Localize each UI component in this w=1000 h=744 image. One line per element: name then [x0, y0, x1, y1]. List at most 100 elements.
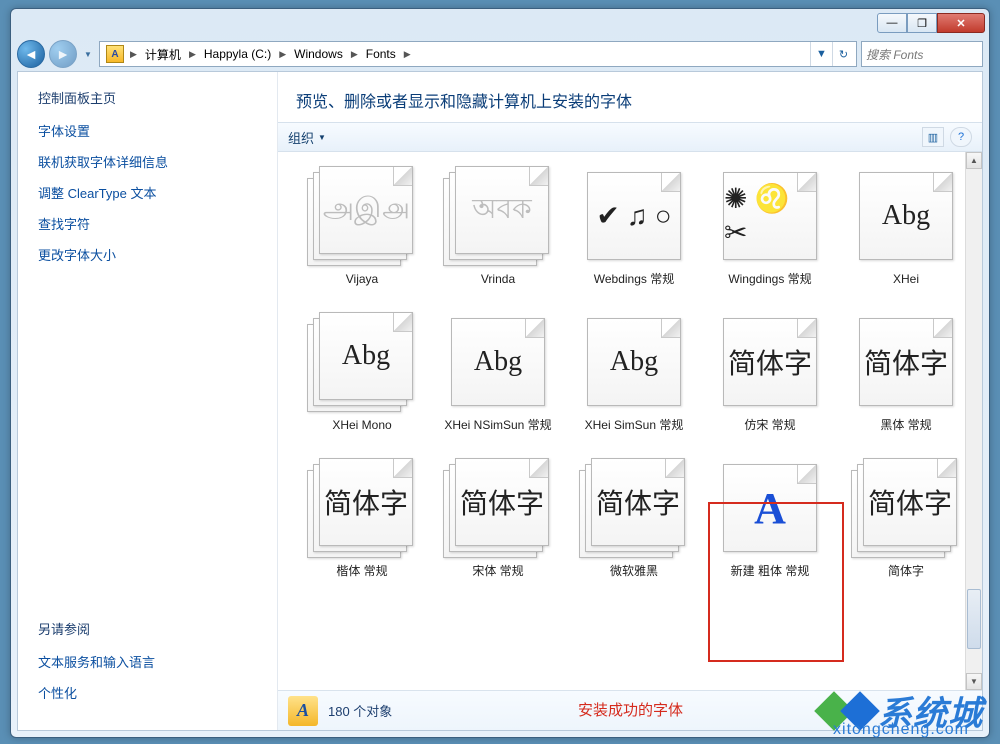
- font-sample-glyph: 简体字: [320, 459, 412, 545]
- font-thumbnail: அஇ௮: [307, 166, 417, 266]
- crumb-arrow-icon[interactable]: ▶: [187, 42, 198, 66]
- font-thumbnail: Abg: [579, 312, 689, 412]
- breadcrumb[interactable]: Fonts: [360, 42, 402, 66]
- sidebar-link-font-settings[interactable]: 字体设置: [38, 121, 257, 140]
- font-thumbnail: 简体字: [307, 458, 417, 558]
- font-item[interactable]: ✔ ♫ ○ Webdings 常规: [570, 162, 698, 302]
- font-sample-glyph: 简体字: [724, 319, 816, 405]
- scroll-track[interactable]: [966, 169, 982, 673]
- main-panel: 预览、删除或者显示和隐藏计算机上安装的字体 组织 ▼ ▥ ? அஇ௮Vijaya…: [278, 72, 982, 730]
- sidebar: 控制面板主页 字体设置 联机获取字体详细信息 调整 ClearType 文本 查…: [18, 72, 278, 730]
- fonts-folder-icon: A: [288, 696, 318, 726]
- font-sample-glyph: 简体字: [592, 459, 684, 545]
- breadcrumb[interactable]: Windows: [288, 42, 349, 66]
- font-thumbnail: Abg: [443, 312, 553, 412]
- font-sample-glyph: 简体字: [864, 459, 956, 545]
- font-label: Vrinda: [479, 272, 517, 302]
- font-sample-glyph: ✔ ♫ ○: [588, 173, 680, 259]
- font-item[interactable]: 简体字楷体 常规: [298, 454, 426, 594]
- crumb-arrow-icon[interactable]: ▶: [277, 42, 288, 66]
- refresh-button[interactable]: ↻: [832, 42, 854, 66]
- address-dropdown[interactable]: ▼: [810, 42, 832, 66]
- font-grid: அஇ௮Vijaya অবক Vrinda ✔ ♫ ○ Webdings 常规 ✺ ♌ ✂ W…: [278, 152, 982, 604]
- organize-button[interactable]: 组织 ▼: [288, 128, 326, 147]
- forward-button[interactable]: ►: [49, 40, 77, 68]
- breadcrumb[interactable]: 计算机: [139, 42, 187, 66]
- organize-label: 组织: [288, 128, 314, 147]
- font-label: 楷体 常规: [334, 564, 389, 594]
- font-sample-glyph: Abg: [860, 173, 952, 259]
- breadcrumb[interactable]: Happyla (C:): [198, 42, 277, 66]
- close-button[interactable]: ✕: [937, 13, 985, 33]
- view-options-button[interactable]: ▥: [922, 127, 944, 147]
- sidebar-link-font-size[interactable]: 更改字体大小: [38, 245, 257, 264]
- font-label: XHei NSimSun 常规: [442, 418, 553, 448]
- font-item[interactable]: A 新建 粗体 常规: [706, 454, 834, 594]
- nav-toolbar: ◄ ► ▼ A ▶ 计算机 ▶ Happyla (C:) ▶ Windows ▶…: [11, 37, 989, 71]
- font-thumbnail: A: [715, 458, 825, 558]
- font-label: Wingdings 常规: [726, 272, 813, 302]
- search-input[interactable]: 搜索 Fonts: [861, 41, 983, 67]
- font-thumbnail: অবক: [443, 166, 553, 266]
- scroll-down-button[interactable]: ▼: [966, 673, 982, 690]
- font-item[interactable]: 简体字宋体 常规: [434, 454, 562, 594]
- font-sample-glyph: A: [724, 465, 816, 551]
- crumb-arrow-icon[interactable]: ▶: [349, 42, 360, 66]
- scroll-thumb[interactable]: [967, 589, 981, 649]
- scroll-up-button[interactable]: ▲: [966, 152, 982, 169]
- font-item[interactable]: Abg XHei SimSun 常规: [570, 308, 698, 448]
- sidebar-link-cleartype[interactable]: 调整 ClearType 文本: [38, 183, 257, 202]
- maximize-button[interactable]: ❐: [907, 13, 937, 33]
- font-item[interactable]: Abg XHei NSimSun 常规: [434, 308, 562, 448]
- sidebar-link-find-char[interactable]: 查找字符: [38, 214, 257, 233]
- font-label: 微软雅黑: [608, 564, 660, 594]
- help-button[interactable]: ?: [950, 127, 972, 147]
- explorer-window: — ❐ ✕ ◄ ► ▼ A ▶ 计算机 ▶ Happyla (C:) ▶ Win…: [10, 8, 990, 738]
- address-bar[interactable]: A ▶ 计算机 ▶ Happyla (C:) ▶ Windows ▶ Fonts…: [99, 41, 857, 67]
- font-thumbnail: Abg: [307, 312, 417, 412]
- window-body: 控制面板主页 字体设置 联机获取字体详细信息 调整 ClearType 文本 查…: [17, 71, 983, 731]
- sidebar-heading: 控制面板主页: [38, 88, 257, 107]
- fonts-folder-icon: A: [106, 45, 124, 63]
- font-sample-glyph: Abg: [320, 313, 412, 399]
- font-label: 黑体 常规: [878, 418, 933, 448]
- font-item[interactable]: 简体字微软雅黑: [570, 454, 698, 594]
- back-button[interactable]: ◄: [17, 40, 45, 68]
- sidebar-link-online-fonts[interactable]: 联机获取字体详细信息: [38, 152, 257, 171]
- command-toolbar: 组织 ▼ ▥ ?: [278, 122, 982, 152]
- status-count: 180 个对象: [328, 701, 392, 720]
- font-item[interactable]: Abg XHei Mono: [298, 308, 426, 448]
- font-label: Webdings 常规: [592, 272, 676, 302]
- minimize-button[interactable]: —: [877, 13, 907, 33]
- font-thumbnail: 简体字: [715, 312, 825, 412]
- font-sample-glyph: অবক: [456, 167, 548, 253]
- search-placeholder: 搜索 Fonts: [866, 46, 923, 63]
- sidebar-link-text-services[interactable]: 文本服务和输入语言: [38, 652, 257, 671]
- font-sample-glyph: அஇ௮: [320, 167, 412, 253]
- font-item[interactable]: 简体字简体字: [842, 454, 970, 594]
- font-label: 新建 粗体 常规: [729, 564, 812, 594]
- font-thumbnail: ✺ ♌ ✂: [715, 166, 825, 266]
- font-item[interactable]: அஇ௮Vijaya: [298, 162, 426, 302]
- font-label: XHei SimSun 常规: [583, 418, 686, 448]
- sidebar-link-personalize[interactable]: 个性化: [38, 683, 257, 702]
- annotation-red-text: 安装成功的字体: [578, 699, 683, 720]
- font-thumbnail: 简体字: [443, 458, 553, 558]
- sidebar-see-also-heading: 另请参阅: [38, 619, 257, 638]
- crumb-arrow-icon[interactable]: ▶: [402, 42, 413, 66]
- font-thumbnail: ✔ ♫ ○: [579, 166, 689, 266]
- font-item[interactable]: অবক Vrinda: [434, 162, 562, 302]
- vertical-scrollbar[interactable]: ▲ ▼: [965, 152, 982, 690]
- font-label: 仿宋 常规: [742, 418, 797, 448]
- font-thumbnail: 简体字: [851, 458, 961, 558]
- font-label: XHei Mono: [330, 418, 393, 448]
- font-item[interactable]: AbgXHei: [842, 162, 970, 302]
- history-dropdown[interactable]: ▼: [81, 43, 95, 65]
- font-sample-glyph: ✺ ♌ ✂: [724, 173, 816, 259]
- font-thumbnail: Abg: [851, 166, 961, 266]
- crumb-arrow-icon[interactable]: ▶: [128, 42, 139, 66]
- titlebar: — ❐ ✕: [11, 9, 989, 37]
- font-item[interactable]: 简体字仿宋 常规: [706, 308, 834, 448]
- font-item[interactable]: 简体字黑体 常规: [842, 308, 970, 448]
- font-item[interactable]: ✺ ♌ ✂ Wingdings 常规: [706, 162, 834, 302]
